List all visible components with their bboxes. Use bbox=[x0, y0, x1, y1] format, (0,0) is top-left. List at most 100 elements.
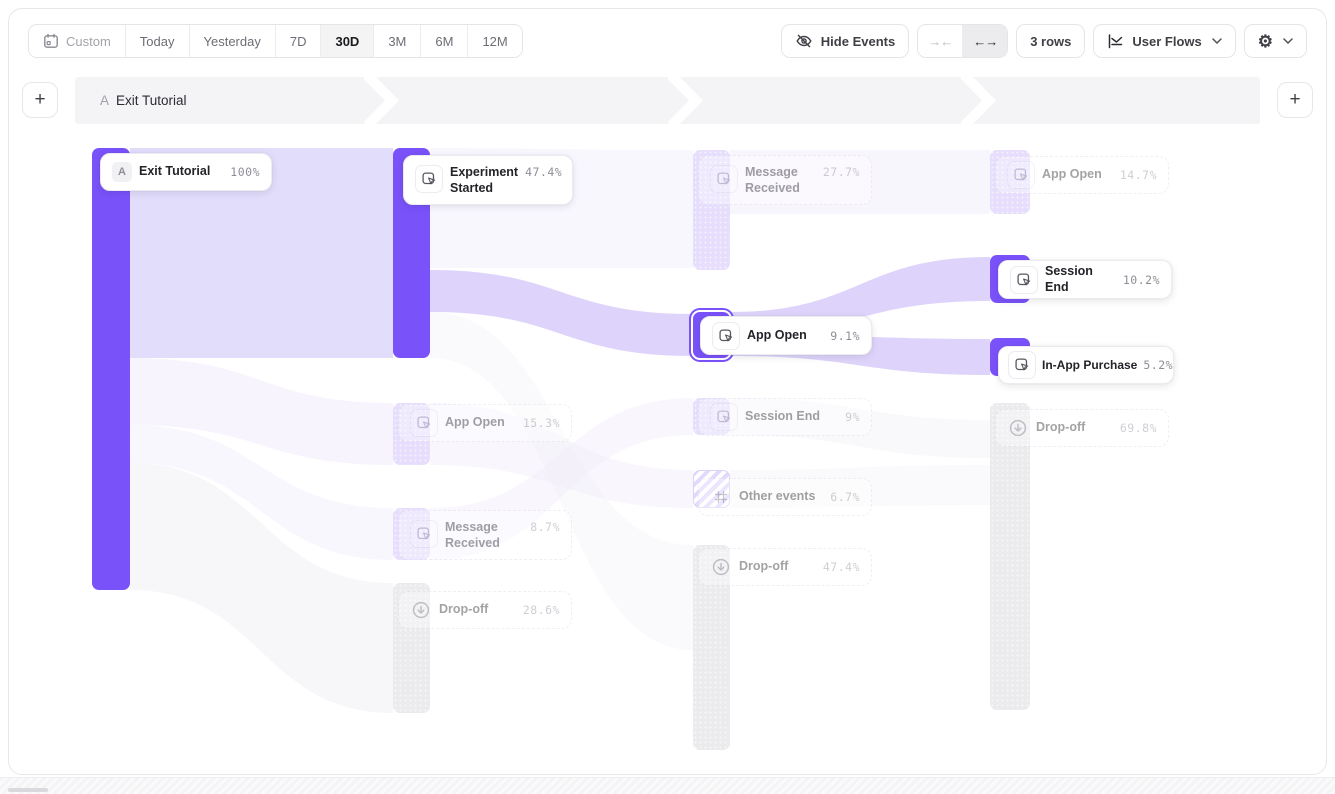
node-card-exit-tutorial[interactable]: A Exit Tutorial 100% bbox=[100, 153, 272, 191]
event-click-icon bbox=[710, 403, 738, 431]
event-click-icon bbox=[710, 165, 738, 193]
date-range-6m-label: 6M bbox=[435, 34, 453, 49]
event-badge-a: A bbox=[100, 93, 109, 108]
hide-events-button[interactable]: Hide Events bbox=[781, 24, 909, 58]
chart-type-label: User Flows bbox=[1132, 34, 1201, 49]
node-percent: 69.8% bbox=[1120, 421, 1157, 435]
node-percent: 47.4% bbox=[525, 165, 562, 179]
node-card-other-events-step3[interactable]: Other events 6.7% bbox=[698, 478, 872, 516]
plus-icon: + bbox=[34, 89, 45, 111]
node-card-drop-off-step4[interactable]: Drop-off 69.8% bbox=[995, 409, 1169, 447]
date-range-30d[interactable]: 30D bbox=[320, 25, 373, 57]
other-events-grid-icon bbox=[710, 486, 732, 508]
event-click-icon bbox=[410, 409, 438, 437]
date-range-6m[interactable]: 6M bbox=[420, 25, 467, 57]
hide-events-label: Hide Events bbox=[821, 34, 895, 49]
date-range-12m[interactable]: 12M bbox=[467, 25, 521, 57]
date-range-today-label: Today bbox=[140, 34, 175, 49]
arrows-outward-icon: ←→ bbox=[973, 34, 997, 49]
date-range-yesterday-label: Yesterday bbox=[204, 34, 261, 49]
date-range-7d[interactable]: 7D bbox=[275, 25, 321, 57]
toolbar: Custom Today Yesterday 7D 30D 3M 6M 12M … bbox=[28, 24, 1307, 58]
chevron-down-icon bbox=[1212, 38, 1222, 44]
settings-button[interactable]: ⚙ bbox=[1244, 24, 1307, 58]
start-event-title: Exit Tutorial bbox=[116, 93, 187, 108]
node-card-message-received-step2[interactable]: Message Received 8.7% bbox=[398, 510, 572, 560]
node-label: Experiment Started bbox=[450, 165, 518, 196]
node-label: App Open bbox=[747, 328, 807, 344]
date-range-12m-label: 12M bbox=[482, 34, 507, 49]
settings-gear-icon: ⚙ bbox=[1258, 33, 1273, 50]
rows-button[interactable]: 3 rows bbox=[1016, 24, 1085, 58]
node-label: Drop-off bbox=[739, 559, 788, 575]
node-percent: 8.7% bbox=[530, 520, 560, 534]
node-percent: 14.7% bbox=[1120, 168, 1157, 182]
arrows-inward-icon: →← bbox=[928, 34, 952, 49]
node-label: Exit Tutorial bbox=[139, 164, 210, 180]
settings-chevron-down-icon bbox=[1283, 38, 1293, 44]
event-click-icon bbox=[415, 165, 443, 193]
node-card-drop-off-step3[interactable]: Drop-off 47.4% bbox=[698, 548, 872, 586]
node-percent: 15.3% bbox=[523, 416, 560, 430]
node-label: Drop-off bbox=[1036, 420, 1085, 436]
node-card-session-end-step3[interactable]: Session End 9% bbox=[698, 398, 872, 436]
step-separator-chevrons bbox=[75, 77, 1260, 124]
drop-off-arrow-icon bbox=[1007, 417, 1029, 439]
node-percent: 27.7% bbox=[823, 165, 860, 179]
node-label: Drop-off bbox=[439, 602, 488, 618]
node-card-app-open-step3[interactable]: App Open 9.1% bbox=[700, 316, 872, 355]
drop-off-arrow-icon bbox=[410, 599, 432, 621]
node-percent: 47.4% bbox=[823, 560, 860, 574]
node-label: Message Received bbox=[745, 165, 816, 196]
drop-off-arrow-icon bbox=[710, 556, 732, 578]
node-card-in-app-purchase-step4[interactable]: In-App Purchase 5.2% bbox=[998, 346, 1174, 384]
date-range-yesterday[interactable]: Yesterday bbox=[189, 25, 275, 57]
node-bar-exit-tutorial[interactable] bbox=[92, 148, 130, 590]
collapse-arrows-button[interactable]: →← bbox=[918, 25, 962, 57]
horizontal-scrollbar-thumb[interactable] bbox=[8, 788, 48, 792]
node-percent: 9.1% bbox=[830, 329, 860, 343]
user-flows-chart-icon bbox=[1107, 33, 1124, 50]
node-percent: 100% bbox=[230, 165, 260, 179]
calendar-icon bbox=[43, 33, 59, 49]
direction-toggle-group: →← ←→ bbox=[917, 24, 1008, 58]
add-step-left-button[interactable]: + bbox=[22, 82, 58, 118]
chart-type-dropdown[interactable]: User Flows bbox=[1093, 24, 1235, 58]
node-card-message-received-step3[interactable]: Message Received 27.7% bbox=[698, 155, 872, 205]
date-range-custom-label: Custom bbox=[66, 34, 111, 49]
event-click-icon bbox=[712, 322, 740, 350]
date-range-group: Custom Today Yesterday 7D 30D 3M 6M 12M bbox=[28, 24, 523, 58]
node-card-app-open-step4[interactable]: App Open 14.7% bbox=[995, 156, 1169, 194]
hide-events-eye-icon bbox=[795, 32, 813, 50]
expand-arrows-button[interactable]: ←→ bbox=[962, 25, 1007, 57]
start-event-header[interactable]: A Exit Tutorial bbox=[100, 77, 187, 124]
node-label: In-App Purchase bbox=[1042, 358, 1137, 373]
event-click-icon bbox=[1008, 351, 1036, 379]
date-range-7d-label: 7D bbox=[290, 34, 307, 49]
node-percent: 6.7% bbox=[830, 490, 860, 504]
user-flows-page: Custom Today Yesterday 7D 30D 3M 6M 12M … bbox=[0, 0, 1335, 793]
node-bar-drop-off-step4[interactable] bbox=[990, 403, 1030, 710]
node-card-session-end-step4[interactable]: Session End 10.2% bbox=[998, 260, 1172, 299]
node-label: App Open bbox=[445, 415, 505, 431]
date-range-3m[interactable]: 3M bbox=[373, 25, 420, 57]
rows-label: 3 rows bbox=[1030, 34, 1071, 49]
date-range-today[interactable]: Today bbox=[125, 25, 189, 57]
node-card-experiment-started[interactable]: Experiment Started 47.4% bbox=[403, 155, 573, 205]
toolbar-right-cluster: Hide Events →← ←→ 3 rows User Flows ⚙ bbox=[781, 24, 1307, 58]
node-percent: 5.2% bbox=[1143, 358, 1173, 372]
event-click-icon bbox=[410, 520, 438, 548]
node-label: Other events bbox=[739, 489, 815, 505]
node-percent: 28.6% bbox=[523, 603, 560, 617]
date-range-3m-label: 3M bbox=[388, 34, 406, 49]
event-click-icon bbox=[1007, 161, 1035, 189]
date-range-custom[interactable]: Custom bbox=[29, 25, 125, 57]
add-step-right-button[interactable]: + bbox=[1277, 82, 1313, 118]
node-label: App Open bbox=[1042, 167, 1102, 183]
node-card-drop-off-step2[interactable]: Drop-off 28.6% bbox=[398, 591, 572, 629]
node-card-app-open-step2[interactable]: App Open 15.3% bbox=[398, 404, 572, 442]
node-label: Session End bbox=[745, 409, 820, 425]
plus-icon: + bbox=[1289, 89, 1300, 111]
node-label: Message Received bbox=[445, 520, 523, 551]
node-label: Session End bbox=[1045, 264, 1116, 295]
